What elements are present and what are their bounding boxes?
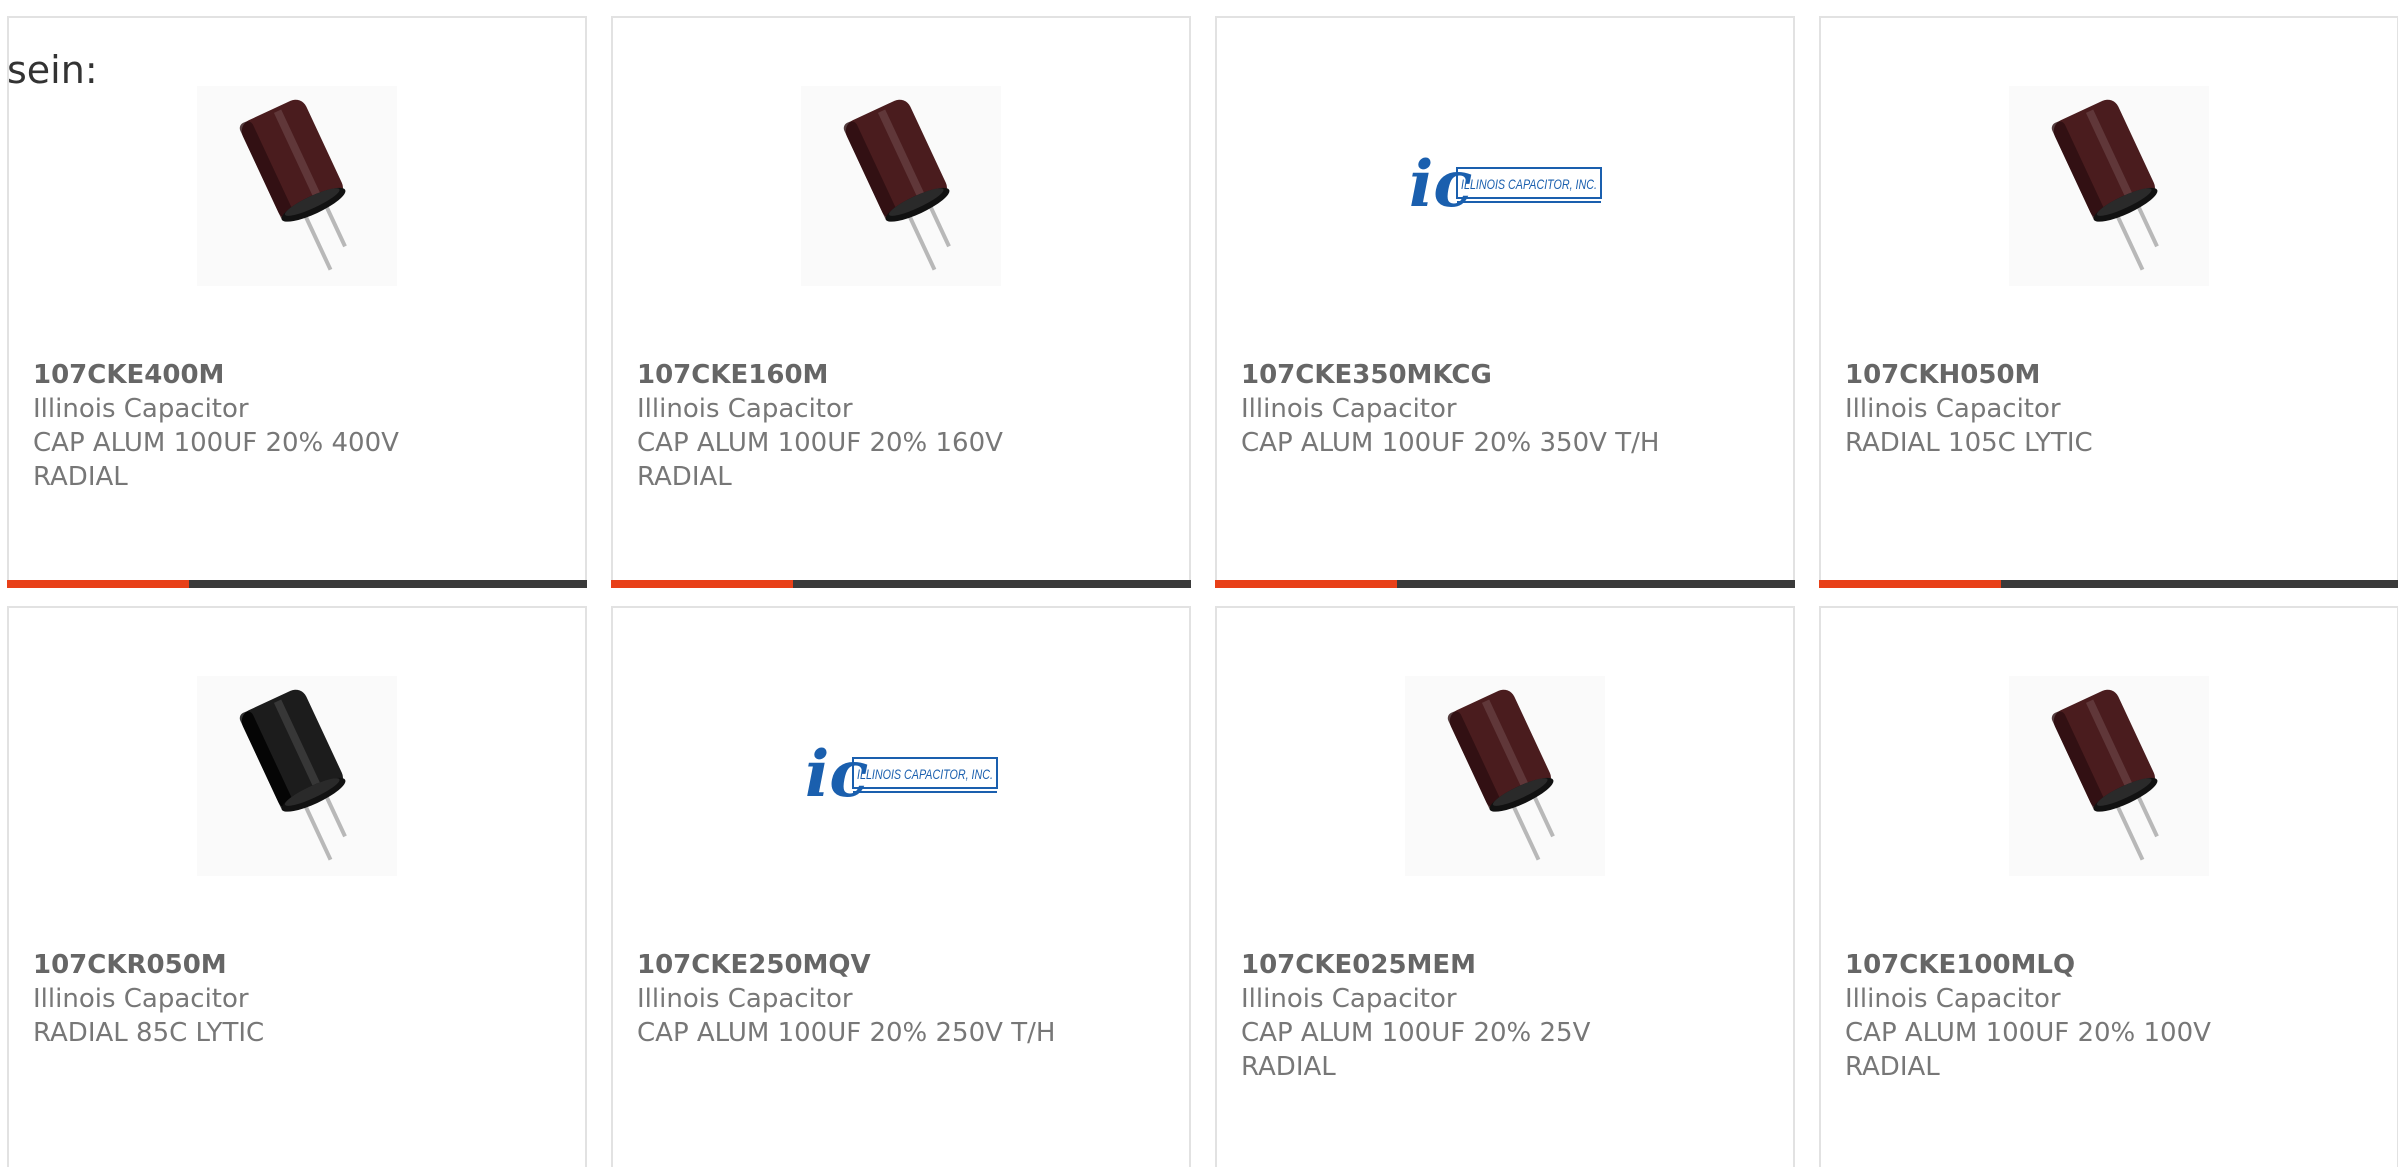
card-accent-bar <box>1215 580 1397 588</box>
svg-text:ILLINOIS CAPACITOR, INC.: ILLINOIS CAPACITOR, INC. <box>857 766 993 782</box>
part-number-link[interactable]: 107CKE100MLQ <box>1845 948 2379 982</box>
capacitor-brown-icon[interactable] <box>1405 676 1605 876</box>
capacitor-brown-icon[interactable] <box>197 86 397 286</box>
manufacturer-name: Illinois Capacitor <box>1241 984 1457 1014</box>
intro-text: sein: <box>7 48 98 92</box>
manufacturer-name: Illinois Capacitor <box>637 984 853 1014</box>
product-card[interactable]: 107CKE100MLQ Illinois Capacitor CAP ALUM… <box>1819 606 2398 1167</box>
part-number-link[interactable]: 107CKE160M <box>637 358 1171 392</box>
product-info: 107CKE160M Illinois Capacitor CAP ALUM 1… <box>637 358 1171 494</box>
product-info: 107CKE100MLQ Illinois Capacitor CAP ALUM… <box>1845 948 2379 1084</box>
product-info: 107CKE350MKCG Illinois Capacitor CAP ALU… <box>1241 358 1775 460</box>
product-info: 107CKE025MEM Illinois Capacitor CAP ALUM… <box>1241 948 1775 1084</box>
product-grid: 107CKE400M Illinois Capacitor CAP ALUM 1… <box>7 16 2398 1167</box>
card-accent-bar <box>1819 580 2001 588</box>
product-card[interactable]: ic ILLINOIS CAPACITOR, INC. 107CKE250MQV… <box>611 606 1191 1167</box>
illinois-capacitor-logo[interactable]: ic ILLINOIS CAPACITOR, INC. <box>801 676 1001 876</box>
product-description: CAP ALUM 100UF 20% 100V RADIAL <box>1845 1018 2211 1082</box>
product-description: CAP ALUM 100UF 20% 400V RADIAL <box>33 428 399 492</box>
capacitor-black-icon[interactable] <box>197 676 397 876</box>
part-number-link[interactable]: 107CKE250MQV <box>637 948 1171 982</box>
card-bottom-bar <box>1819 580 2398 588</box>
product-description: CAP ALUM 100UF 20% 160V RADIAL <box>637 428 1003 492</box>
product-card[interactable]: 107CKE400M Illinois Capacitor CAP ALUM 1… <box>7 16 587 588</box>
product-card[interactable]: 107CKE025MEM Illinois Capacitor CAP ALUM… <box>1215 606 1795 1167</box>
manufacturer-name: Illinois Capacitor <box>33 394 249 424</box>
capacitor-brown-icon[interactable] <box>2009 676 2209 876</box>
product-description: CAP ALUM 100UF 20% 250V T/H <box>637 1018 1056 1048</box>
product-description: CAP ALUM 100UF 20% 25V RADIAL <box>1241 1018 1591 1082</box>
product-description: RADIAL 85C LYTIC <box>33 1018 265 1048</box>
manufacturer-name: Illinois Capacitor <box>1241 394 1457 424</box>
part-number-link[interactable]: 107CKE025MEM <box>1241 948 1775 982</box>
product-description: CAP ALUM 100UF 20% 350V T/H <box>1241 428 1660 458</box>
manufacturer-name: Illinois Capacitor <box>1845 394 2061 424</box>
part-number-link[interactable]: 107CKE400M <box>33 358 567 392</box>
product-card[interactable]: 107CKE160M Illinois Capacitor CAP ALUM 1… <box>611 16 1191 588</box>
card-bottom-bar <box>1215 580 1795 588</box>
part-number-link[interactable]: 107CKH050M <box>1845 358 2379 392</box>
capacitor-brown-icon[interactable] <box>2009 86 2209 286</box>
product-info: 107CKE400M Illinois Capacitor CAP ALUM 1… <box>33 358 567 494</box>
card-bottom-bar <box>7 580 587 588</box>
card-accent-bar <box>7 580 189 588</box>
manufacturer-name: Illinois Capacitor <box>1845 984 2061 1014</box>
product-grid-page: sein: 107CKE400M Illinois Capacitor CAP … <box>0 0 2398 1167</box>
card-accent-bar <box>611 580 793 588</box>
part-number-link[interactable]: 107CKR050M <box>33 948 567 982</box>
capacitor-brown-icon[interactable] <box>801 86 1001 286</box>
svg-text:ILLINOIS CAPACITOR, INC.: ILLINOIS CAPACITOR, INC. <box>1461 176 1597 192</box>
product-description: RADIAL 105C LYTIC <box>1845 428 2093 458</box>
illinois-capacitor-logo[interactable]: ic ILLINOIS CAPACITOR, INC. <box>1405 86 1605 286</box>
product-info: 107CKR050M Illinois Capacitor RADIAL 85C… <box>33 948 567 1050</box>
product-card[interactable]: ic ILLINOIS CAPACITOR, INC. 107CKE350MKC… <box>1215 16 1795 588</box>
manufacturer-name: Illinois Capacitor <box>637 394 853 424</box>
manufacturer-name: Illinois Capacitor <box>33 984 249 1014</box>
part-number-link[interactable]: 107CKE350MKCG <box>1241 358 1775 392</box>
product-info: 107CKE250MQV Illinois Capacitor CAP ALUM… <box>637 948 1171 1050</box>
product-card[interactable]: 107CKR050M Illinois Capacitor RADIAL 85C… <box>7 606 587 1167</box>
product-card[interactable]: 107CKH050M Illinois Capacitor RADIAL 105… <box>1819 16 2398 588</box>
card-bottom-bar <box>611 580 1191 588</box>
product-info: 107CKH050M Illinois Capacitor RADIAL 105… <box>1845 358 2379 460</box>
